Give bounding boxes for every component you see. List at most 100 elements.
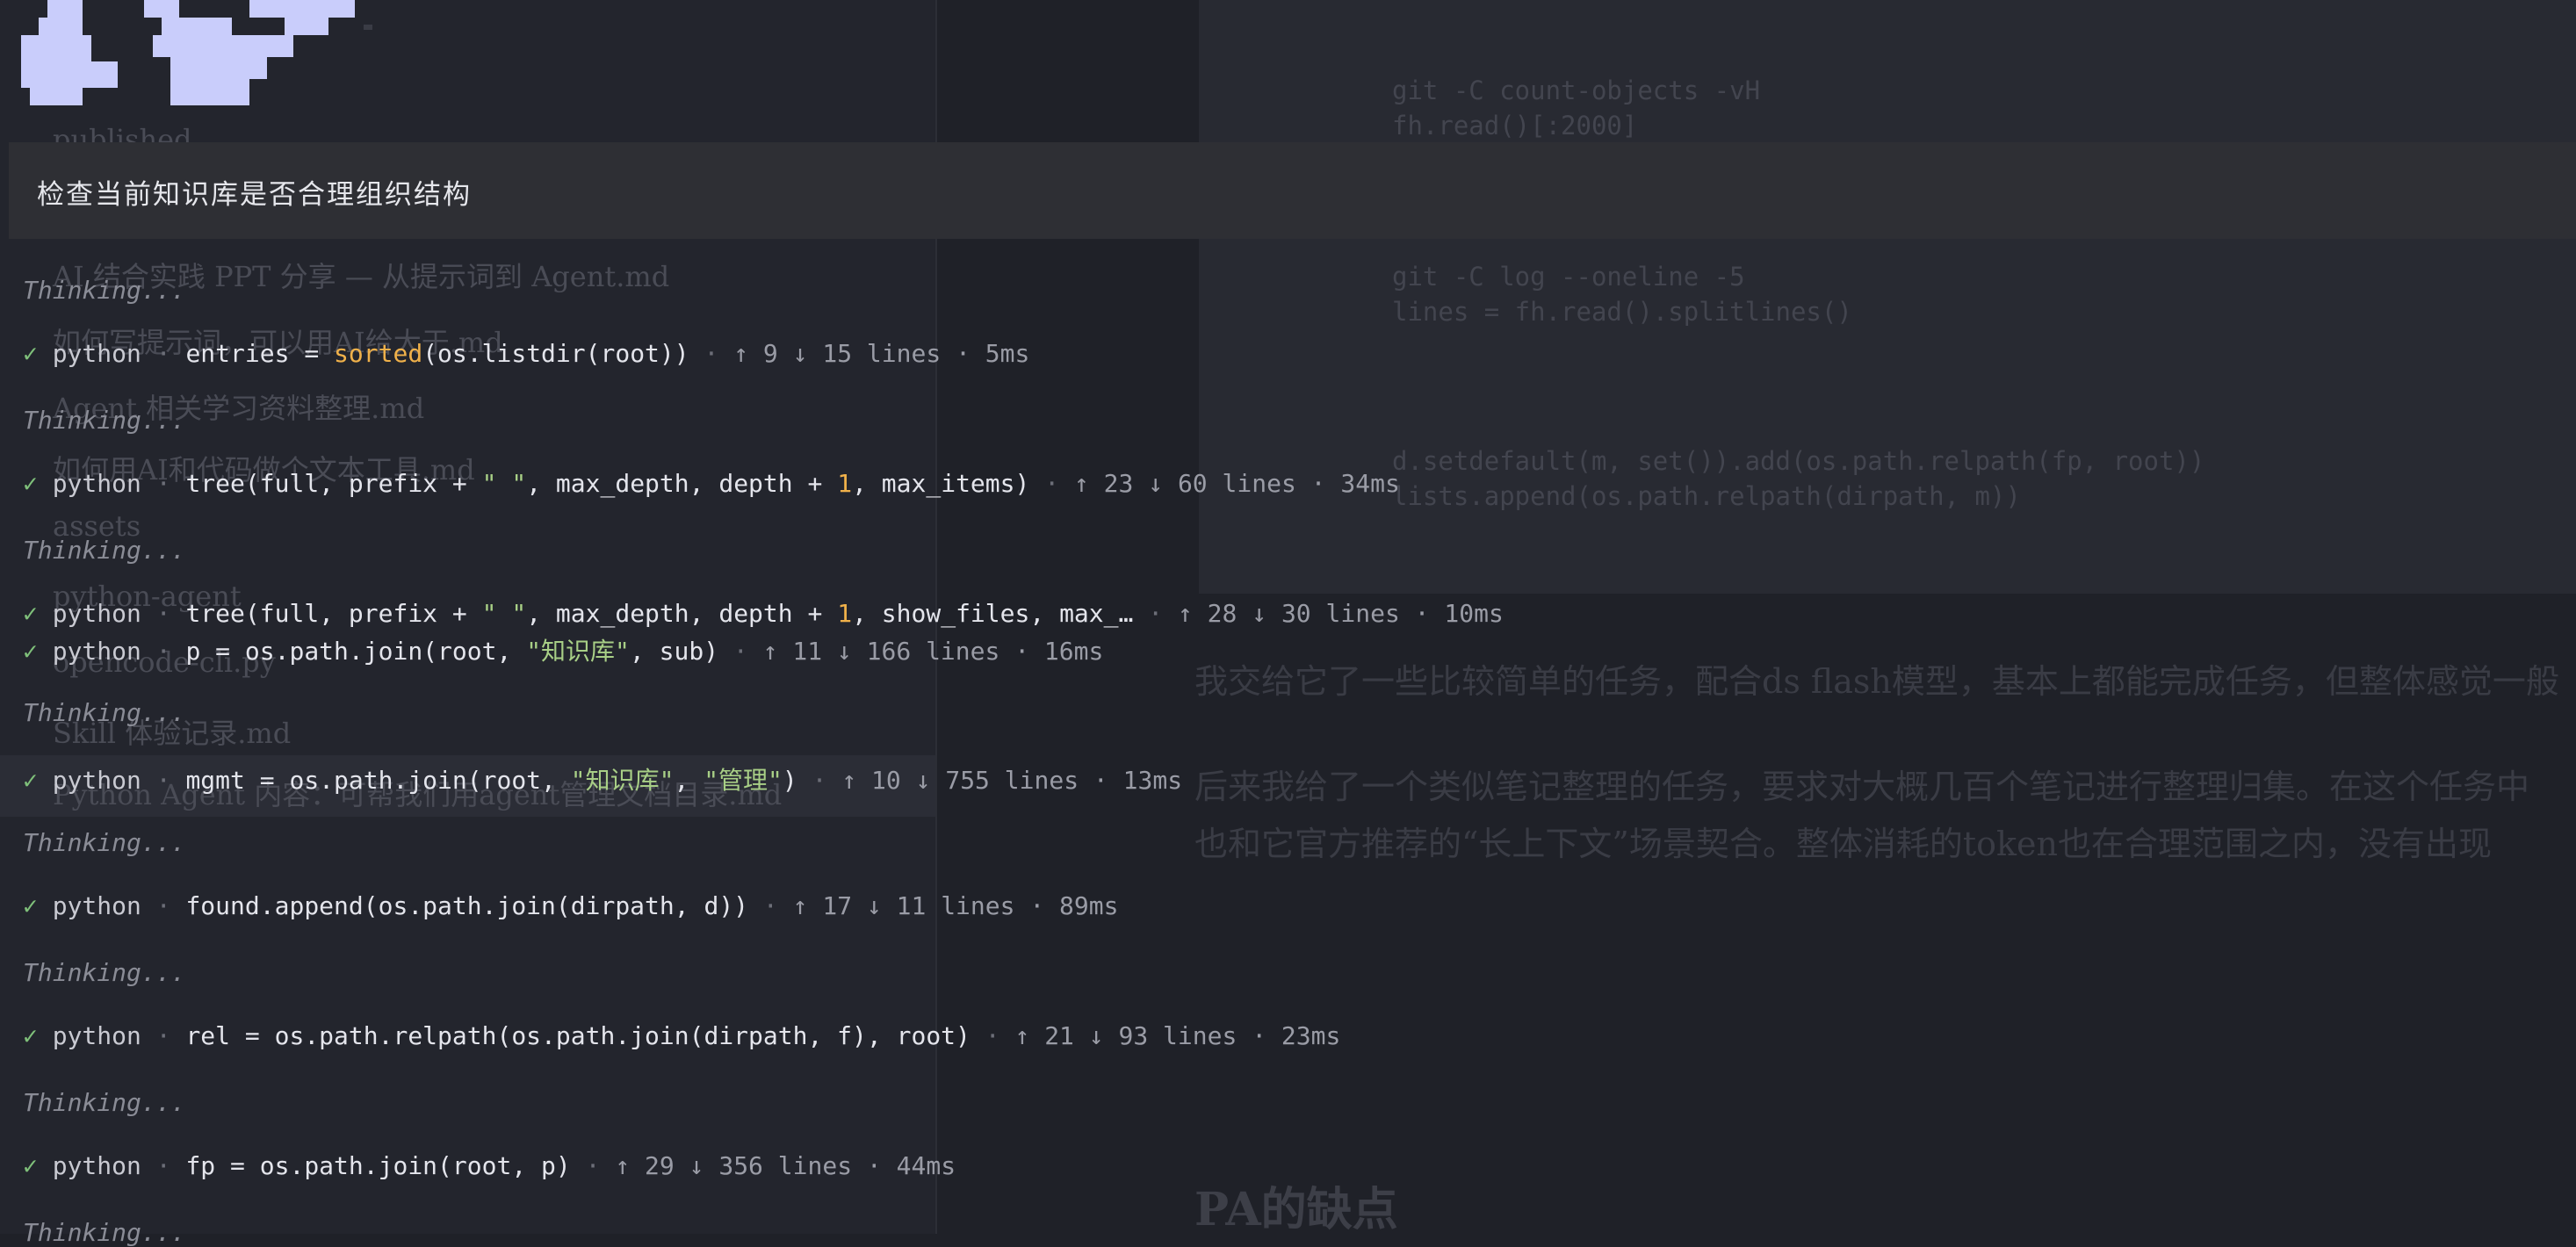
separator: · bbox=[141, 1021, 186, 1050]
code-token: mgmt = os.path.join(root, bbox=[185, 766, 571, 795]
tool-code: rel = os.path.relpath(os.path.join(dirpa… bbox=[185, 1021, 970, 1050]
thinking-status: Thinking... bbox=[23, 406, 186, 435]
tool-code: p = os.path.join(root, "知识库", sub) bbox=[185, 637, 718, 666]
tool-code: mgmt = os.path.join(root, "知识库", "管理") bbox=[185, 766, 797, 795]
tool-code: entries = sorted(os.listdir(root)) bbox=[185, 339, 689, 368]
background-code-line: lines = fh.read().splitlines() bbox=[1392, 297, 1852, 327]
check-icon: ✓ bbox=[23, 469, 53, 498]
thinking-status: Thinking... bbox=[23, 276, 186, 305]
code-token: fp = os.path.join(root, p) bbox=[185, 1151, 571, 1180]
background-code-line: fh.read()[:2000] bbox=[1392, 111, 1638, 141]
tool-code: tree(full, prefix + " ", max_depth, dept… bbox=[185, 469, 1029, 498]
tool-stats: ↑ 21 ↓ 93 lines · 23ms bbox=[1014, 1021, 1341, 1050]
check-icon: ✓ bbox=[23, 339, 53, 368]
separator: · bbox=[689, 339, 734, 368]
code-token: tree(full, prefix + bbox=[185, 599, 482, 628]
code-token: , max_depth, depth + bbox=[526, 469, 838, 498]
code-token: (os.listdir(root)) bbox=[422, 339, 689, 368]
tool-name: python bbox=[52, 766, 141, 795]
separator: · bbox=[141, 891, 186, 920]
check-icon: ✓ bbox=[23, 637, 53, 666]
check-icon: ✓ bbox=[23, 1021, 53, 1050]
separator: · bbox=[141, 599, 186, 628]
thinking-status: Thinking... bbox=[23, 828, 186, 857]
separator: · bbox=[141, 1151, 186, 1180]
code-token: "管理" bbox=[704, 766, 783, 795]
separator: · bbox=[797, 766, 842, 795]
background-heading: PA的缺点 bbox=[1194, 1183, 1398, 1236]
code-token: , show_files, max_… bbox=[852, 599, 1134, 628]
tool-stats: ↑ 9 ↓ 15 lines · 5ms bbox=[733, 339, 1030, 368]
code-token: entries = bbox=[185, 339, 335, 368]
code-token: , max_depth, depth + bbox=[526, 599, 838, 628]
code-token: rel = os.path.relpath(os.path.join(dirpa… bbox=[185, 1021, 971, 1050]
code-token: sorted bbox=[334, 339, 423, 368]
code-token: found.append(os.path.join(dirpath, d)) bbox=[185, 891, 749, 920]
background-paragraph-line: 我交给它了一些比较简单的任务，配合ds flash模型，基本上都能完成任务，但整… bbox=[1194, 662, 2559, 701]
thinking-status: Thinking... bbox=[23, 698, 186, 727]
code-token: "知识库" bbox=[526, 637, 630, 666]
code-token: ) bbox=[782, 766, 797, 795]
background-paragraph-line: 也和它官方推荐的“长上下文”场景契合。整体消耗的token也在合理范围之内，没有… bbox=[1194, 825, 2492, 863]
tool-name: python bbox=[52, 339, 141, 368]
tool-call-row[interactable]: ✓ python · entries = sorted(os.listdir(r… bbox=[23, 339, 1029, 368]
thinking-status: Thinking... bbox=[23, 1218, 186, 1247]
tool-stats: ↑ 17 ↓ 11 lines · 89ms bbox=[792, 891, 1119, 920]
tool-name: python bbox=[52, 599, 141, 628]
background-code-line: git -C log --oneline -5 bbox=[1392, 262, 1745, 292]
separator: · bbox=[970, 1021, 1015, 1050]
thinking-status: Thinking... bbox=[23, 1088, 186, 1117]
tool-call-row[interactable]: ✓ python · fp = os.path.join(root, p) · … bbox=[23, 1151, 956, 1180]
separator: · bbox=[141, 766, 186, 795]
code-token: 1 bbox=[837, 599, 853, 628]
user-prompt-bar: 检查当前知识库是否合理组织结构 bbox=[9, 142, 2576, 239]
thinking-status: Thinking... bbox=[23, 536, 186, 565]
code-token: , bbox=[674, 766, 704, 795]
code-token: 1 bbox=[837, 469, 853, 498]
separator: · bbox=[1133, 599, 1178, 628]
separator: · bbox=[141, 339, 186, 368]
tool-stats: ↑ 29 ↓ 356 lines · 44ms bbox=[615, 1151, 956, 1180]
tool-call-row[interactable]: ✓ python · mgmt = os.path.join(root, "知识… bbox=[23, 761, 1182, 796]
tool-stats: ↑ 23 ↓ 60 lines · 34ms bbox=[1073, 469, 1400, 498]
separator: · bbox=[141, 637, 186, 666]
check-icon: ✓ bbox=[23, 891, 53, 920]
check-icon: ✓ bbox=[23, 766, 53, 795]
thinking-status: Thinking... bbox=[23, 958, 186, 987]
code-token: tree(full, prefix + bbox=[185, 469, 482, 498]
tool-name: python bbox=[52, 891, 141, 920]
check-icon: ✓ bbox=[23, 1151, 53, 1180]
tool-name: python bbox=[52, 637, 141, 666]
tool-call-row[interactable]: ✓ python · rel = os.path.relpath(os.path… bbox=[23, 1021, 1340, 1050]
background-code-line: lists.append(os.path.relpath(dirpath, m)… bbox=[1392, 481, 2021, 511]
background-code-line: git -C count-objects -vH bbox=[1392, 76, 1761, 105]
tool-code: fp = os.path.join(root, p) bbox=[185, 1151, 570, 1180]
background-paragraph-line: 后来我给了一个类似笔记整理的任务，要求对大概几百个笔记进行整理归集。在这个任务中 bbox=[1194, 768, 2530, 806]
background-code-line: d.setdefault(m, set()).add(os.path.relpa… bbox=[1392, 446, 2205, 476]
tool-call-row[interactable]: ✓ python · tree(full, prefix + " ", max_… bbox=[23, 599, 1504, 628]
tool-call-row[interactable]: ✓ python · tree(full, prefix + " ", max_… bbox=[23, 469, 1400, 498]
app-logo-icon bbox=[21, 0, 372, 105]
code-token: " " bbox=[481, 469, 527, 498]
background-code-block: git -C count-objects -vH fh.read()[:2000]… bbox=[1199, 0, 2576, 594]
tool-name: python bbox=[52, 1151, 141, 1180]
separator: · bbox=[748, 891, 793, 920]
tool-code: found.append(os.path.join(dirpath, d)) bbox=[185, 891, 748, 920]
code-token: p = os.path.join(root, bbox=[185, 637, 527, 666]
separator: · bbox=[141, 469, 186, 498]
tool-call-row[interactable]: ✓ python · found.append(os.path.join(dir… bbox=[23, 891, 1119, 920]
tool-call-row[interactable]: ✓ python · p = os.path.join(root, "知识库",… bbox=[23, 632, 1103, 667]
tool-name: python bbox=[52, 1021, 141, 1050]
tool-stats: ↑ 11 ↓ 166 lines · 16ms bbox=[762, 637, 1104, 666]
separator: · bbox=[718, 637, 763, 666]
tool-name: python bbox=[52, 469, 141, 498]
code-token: " " bbox=[481, 599, 527, 628]
code-token: "知识库" bbox=[570, 766, 675, 795]
check-icon: ✓ bbox=[23, 599, 53, 628]
separator: · bbox=[570, 1151, 616, 1180]
tool-stats: ↑ 28 ↓ 30 lines · 10ms bbox=[1177, 599, 1504, 628]
tool-stats: ↑ 10 ↓ 755 lines · 13ms bbox=[841, 766, 1183, 795]
code-token: , sub) bbox=[629, 637, 719, 666]
user-prompt-text: 检查当前知识库是否合理组织结构 bbox=[37, 179, 472, 211]
code-token: , max_items) bbox=[852, 469, 1030, 498]
